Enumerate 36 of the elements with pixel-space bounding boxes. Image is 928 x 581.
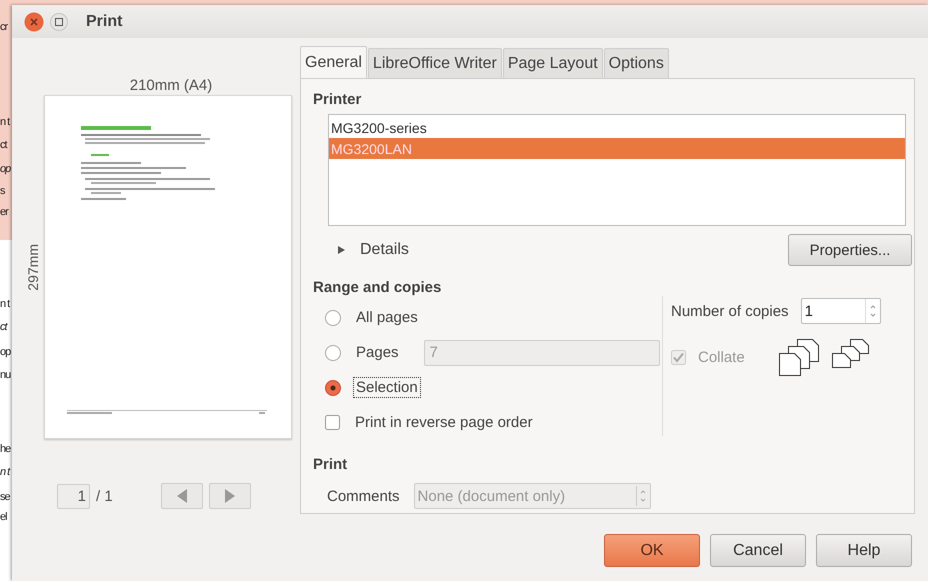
right-arrow-icon (224, 489, 236, 503)
close-icon[interactable] (24, 12, 44, 32)
ok-button[interactable]: OK (604, 534, 700, 567)
radio-button[interactable] (325, 310, 341, 326)
checkbox[interactable] (325, 415, 340, 430)
properties-button[interactable]: Properties... (788, 234, 912, 266)
page-number-field[interactable]: 1 (57, 484, 90, 508)
page-width-label: 210mm (A4) (130, 77, 212, 94)
copies-spinner[interactable]: 1 (800, 298, 881, 324)
tab[interactable]: LibreOffice Writer (368, 48, 502, 78)
radio-button[interactable] (325, 380, 341, 396)
tab[interactable]: Options (604, 48, 669, 78)
page-height-label: 297mm (24, 244, 42, 290)
radio-button[interactable] (325, 344, 341, 360)
expander-icon[interactable] (338, 245, 346, 255)
details-expander[interactable]: Details (360, 241, 409, 259)
next-page-button[interactable] (208, 483, 251, 509)
previous-page-button[interactable] (160, 483, 203, 509)
tab[interactable]: General (300, 46, 367, 79)
radio-label[interactable]: Pages (353, 342, 402, 363)
tab[interactable]: Page Layout (502, 48, 603, 78)
page-count: / 1 (96, 488, 113, 504)
left-arrow-icon (176, 489, 188, 503)
radio-label[interactable]: Selection (353, 377, 421, 398)
dialog-button[interactable]: Cancel (710, 534, 806, 567)
section-heading: Print (313, 456, 348, 473)
section-heading: Printer (313, 91, 362, 108)
checkbox-label[interactable]: Print in reverse page order (352, 412, 536, 433)
dialog-button[interactable]: Help (816, 534, 912, 567)
window-title: Print (86, 12, 122, 30)
printer-item[interactable]: MG3200-series (329, 117, 905, 138)
radio-label[interactable]: All pages (353, 307, 421, 328)
maximize-icon[interactable] (50, 12, 68, 30)
comments-label: Comments (327, 488, 400, 504)
copies-label: Number of copies (671, 302, 789, 320)
section-heading: Range and copies (313, 279, 442, 296)
